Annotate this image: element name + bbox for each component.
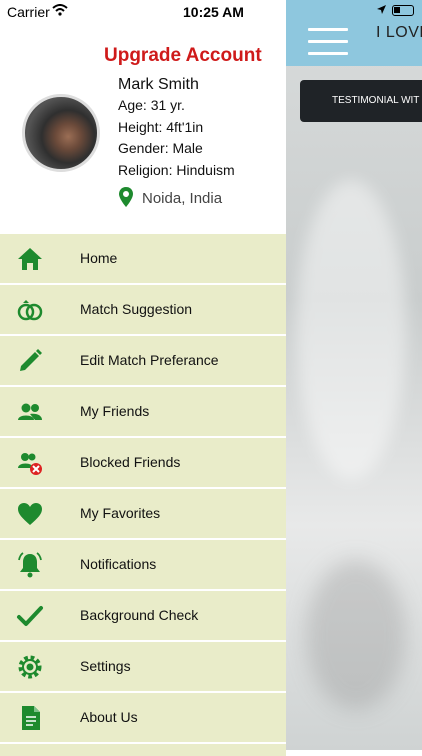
menu-item-notifications[interactable]: Notifications	[0, 540, 286, 591]
blocked-user-icon	[18, 453, 42, 475]
profile-name: Mark Smith	[118, 76, 199, 93]
background-image-highlight	[296, 180, 406, 480]
menu-item-background-check[interactable]: Background Check	[0, 591, 286, 642]
gear-icon	[18, 655, 42, 679]
document-icon	[22, 706, 40, 730]
menu-item-label: Edit Match Preferance	[80, 352, 219, 368]
navigation-drawer: Upgrade Account Mark Smith Age: 31 yr. H…	[0, 0, 286, 756]
avatar[interactable]	[22, 94, 100, 172]
heart-icon	[18, 503, 42, 525]
profile-gender: Gender: Male	[118, 140, 203, 156]
menu-item-label: My Favorites	[80, 505, 161, 521]
friends-icon	[18, 403, 42, 420]
menu-item-settings[interactable]: Settings	[0, 642, 286, 693]
profile-location: Noida, India	[142, 190, 223, 207]
pencil-icon	[20, 349, 42, 371]
wifi-icon	[52, 4, 68, 16]
drawer-menu: Home Match Suggestion Edit Match Prefera…	[0, 234, 286, 756]
profile-age: Age: 31 yr.	[118, 97, 185, 113]
menu-item-partial[interactable]	[0, 744, 286, 756]
menu-item-label: Settings	[80, 658, 131, 674]
home-icon	[18, 248, 42, 270]
menu-item-label: Blocked Friends	[80, 454, 181, 470]
testimonial-button[interactable]: TESTIMONIAL WIT	[300, 80, 422, 122]
menu-item-label: About Us	[80, 709, 138, 725]
menu-item-home[interactable]: Home	[0, 234, 286, 285]
background-screen: I LOVE TESTIMONIAL WIT	[286, 0, 422, 750]
map-pin-icon	[119, 187, 133, 207]
menu-item-edit-match-preference[interactable]: Edit Match Preferance	[0, 336, 286, 387]
profile-height: Height: 4ft'1in	[118, 119, 204, 135]
upgrade-account-link[interactable]: Upgrade Account	[104, 45, 262, 67]
location-arrow-icon	[377, 5, 386, 14]
menu-item-blocked-friends[interactable]: Blocked Friends	[0, 438, 286, 489]
menu-item-my-favorites[interactable]: My Favorites	[0, 489, 286, 540]
hamburger-menu-icon[interactable]	[308, 28, 348, 58]
carrier-label: Carrier	[7, 4, 50, 20]
bell-icon	[18, 552, 42, 578]
clock: 10:25 AM	[183, 4, 244, 20]
profile-religion: Religion: Hinduism	[118, 162, 235, 178]
background-image-shadow	[306, 560, 406, 710]
menu-item-my-friends[interactable]: My Friends	[0, 387, 286, 438]
menu-item-label: My Friends	[80, 403, 150, 419]
status-bar: Carrier 10:25 AM	[0, 0, 422, 24]
menu-item-about-us[interactable]: About Us	[0, 693, 286, 744]
rings-icon	[17, 300, 43, 321]
menu-item-label: Match Suggestion	[80, 301, 193, 317]
background-title: I LOVE	[376, 24, 422, 41]
checkmark-icon	[17, 606, 43, 626]
menu-item-match-suggestion[interactable]: Match Suggestion	[0, 285, 286, 336]
menu-item-label: Home	[80, 250, 118, 266]
menu-item-label: Background Check	[80, 607, 199, 623]
battery-icon	[392, 5, 414, 16]
menu-item-label: Notifications	[80, 556, 157, 572]
